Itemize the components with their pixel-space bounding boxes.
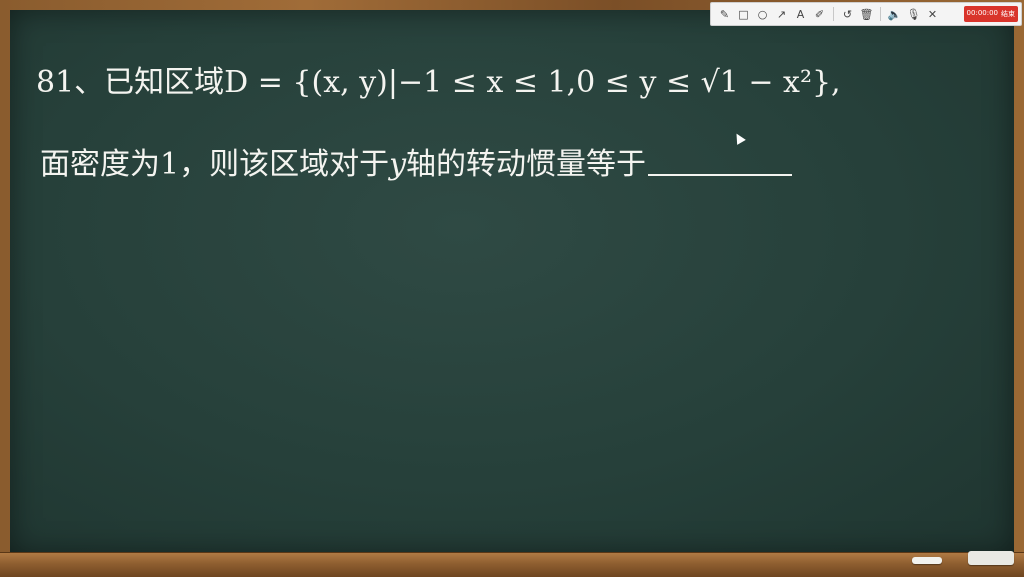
record-timer: 00:00:00 [966,9,998,17]
annotation-toolbar: ✎ □ ○ ↗ A ✐ ↺ 🗑 🔈 🎙 ✕ 00:00:00 结束 [710,2,1022,26]
end-label: 结束 [1001,10,1015,18]
problem-line-2-suffix: 轴的转动惯量等于 [406,147,647,182]
trash-icon[interactable]: 🗑 [857,4,876,24]
problem-line-2: 面密度为1，则该区域对于y轴的转动惯量等于 [40,140,793,190]
highlighter-icon[interactable]: ✐ [810,4,829,24]
mic-icon[interactable]: 🎙 [904,4,923,24]
toolbar-divider [833,7,834,21]
record-end-button[interactable]: 00:00:00 结束 [963,6,1018,22]
problem-line-2-prefix: 面密度为1，则该区域对于 [40,147,390,182]
circle-icon[interactable]: ○ [753,4,772,24]
chalk-tray [0,552,1024,577]
undo-icon[interactable]: ↺ [838,4,857,24]
problem-variable: y [389,147,407,182]
problem-line-1: 81、已知区域D = {(x, y)|−1 ≤ x ≤ 1,0 ≤ y ≤ √1… [36,65,841,100]
pen-icon[interactable]: ✎ [715,4,734,24]
answer-blank [648,140,793,176]
eraser [968,551,1014,565]
close-icon[interactable]: ✕ [923,4,942,24]
text-icon[interactable]: A [791,4,810,24]
speaker-icon[interactable]: 🔈 [885,4,904,24]
chalk-piece [912,557,942,564]
toolbar-divider [880,7,881,21]
arrow-icon[interactable]: ↗ [772,4,791,24]
rect-icon[interactable]: □ [734,4,753,24]
